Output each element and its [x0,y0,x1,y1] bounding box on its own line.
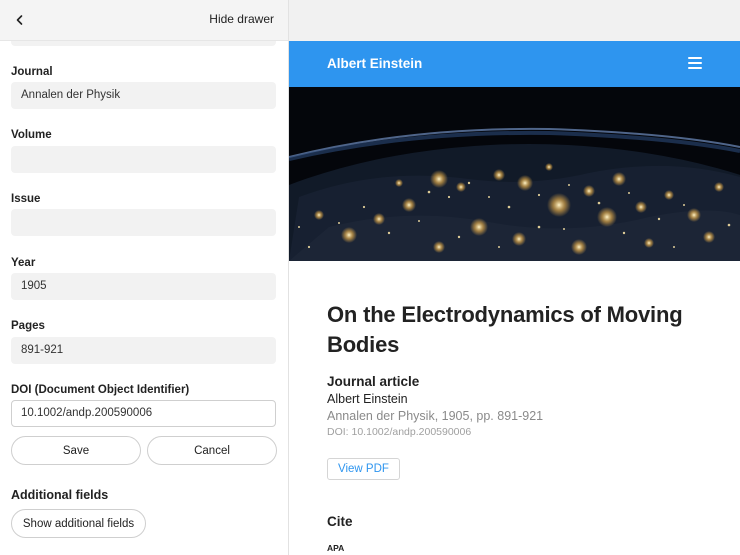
year-input[interactable]: 1905 [11,273,276,300]
view-pdf-button[interactable]: View PDF [327,458,400,480]
back-button[interactable] [10,10,30,30]
hide-drawer-button[interactable]: Hide drawer [209,12,274,26]
hero-image-earth-at-night [289,87,740,261]
article-author[interactable]: Albert Einstein [327,392,717,406]
site-header: Albert Einstein [289,41,740,87]
article-title: On the Electrodynamics of Moving Bodies [327,302,683,357]
doi-label: DOI (Document Object Identifier) [11,384,190,396]
drawer-form: Journal Annalen der Physik Volume Issue … [0,41,288,555]
volume-input[interactable] [11,146,276,173]
show-additional-fields-button[interactable]: Show additional fields [11,509,146,538]
journal-input[interactable]: Annalen der Physik [11,82,276,109]
volume-label: Volume [11,129,52,141]
drawer-toolbar: Hide drawer [0,0,288,41]
chevron-left-icon [16,15,23,25]
previous-field-input[interactable] [11,41,276,46]
citation-line: Annalen der Physik, 1905, pp. 891-921 [327,409,544,423]
year-label: Year [11,257,36,269]
journal-label: Journal [11,66,53,78]
article-content: On the Electrodynamics of Moving Bodies … [327,300,717,553]
apa-label: APA [327,543,345,553]
pages-input[interactable]: 891-921 [11,337,276,364]
doi-line[interactable]: DOI: 10.1002/andp.200590006 [327,426,717,438]
cite-heading: Cite [327,514,353,529]
publication-type: Journal article [327,374,420,389]
edit-drawer: Hide drawer Journal Annalen der Physik V… [0,0,289,555]
additional-fields-title: Additional fields [11,488,109,502]
menu-icon[interactable] [688,57,702,69]
doi-input[interactable]: 10.1002/andp.200590006 [11,400,276,427]
preview-top-bar [289,0,740,41]
pages-label: Pages [11,320,45,332]
cancel-button[interactable]: Cancel [147,436,277,465]
issue-label: Issue [11,193,41,205]
earth-night-image [289,87,740,261]
app-window: Hide drawer Journal Annalen der Physik V… [0,0,740,555]
page-preview: Albert Einstein On the Electrodynamics o… [289,0,740,555]
issue-input[interactable] [11,209,276,236]
site-title[interactable]: Albert Einstein [327,56,422,71]
save-button[interactable]: Save [11,436,141,465]
